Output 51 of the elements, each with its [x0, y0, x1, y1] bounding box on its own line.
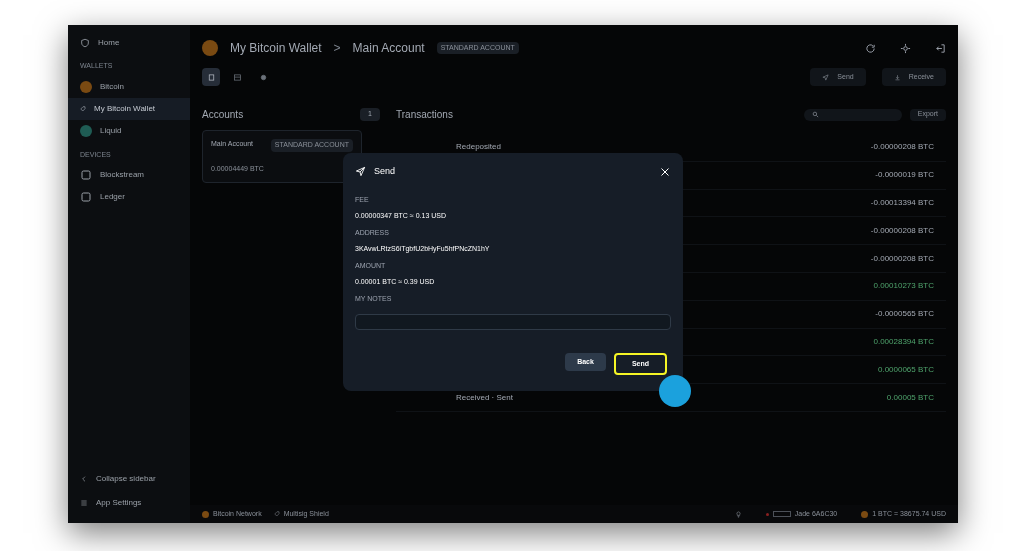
wallet-title: My Bitcoin Wallet [230, 40, 322, 57]
refresh-icon [865, 42, 876, 54]
transaction-amount: 0.00005 BTC [886, 391, 934, 404]
bitcoin-icon [202, 510, 209, 518]
battery-icon [772, 511, 791, 517]
lightbulb-icon [734, 510, 742, 518]
sidebar-item[interactable]: Bitcoin [68, 75, 190, 98]
transaction-amount: -0.00013394 BTC [870, 197, 934, 209]
notes-field[interactable] [355, 314, 671, 330]
grid-icon [232, 72, 242, 82]
transaction-amount: 0.0000065 BTC [877, 363, 934, 376]
transaction-description: Received · Sent [456, 391, 513, 404]
app-settings-button[interactable]: App Settings [68, 491, 190, 515]
transaction-amount: 0.00028394 BTC [873, 335, 934, 348]
transaction-amount: -0.00000208 BTC [870, 224, 934, 237]
bitcoin-icon [861, 510, 869, 518]
sidebar-item[interactable]: Home [68, 33, 190, 53]
ledger-icon [206, 72, 216, 82]
paper-plane-icon [355, 166, 366, 178]
breadcrumb-separator: > [333, 40, 341, 57]
account-title: Main Account [352, 40, 425, 57]
device-icon [80, 191, 92, 203]
transaction-amount: 0.00010273 BTC [873, 280, 934, 293]
sidebar-item[interactable]: Ledger [68, 186, 190, 208]
sidebar-item[interactable]: Blockstream [68, 164, 190, 186]
collapse-sidebar-button[interactable]: Collapse sidebar [68, 467, 190, 491]
close-icon [659, 165, 671, 178]
section-title: Accounts [202, 108, 244, 122]
sidebar-item[interactable]: Liquid [68, 119, 190, 142]
section-title: Transactions [396, 108, 454, 122]
transaction-description: Redeposited [456, 141, 501, 154]
transaction-amount: -0.00000208 BTC [870, 252, 934, 265]
circle-icon [258, 72, 268, 82]
download-icon [893, 73, 901, 81]
device-icon [80, 169, 92, 181]
sidebar-subitem[interactable]: My Bitcoin Wallet [68, 97, 190, 120]
shield-icon [80, 38, 90, 48]
tag-icon [273, 511, 280, 517]
paper-plane-icon [822, 73, 830, 81]
search-field[interactable] [803, 108, 902, 121]
view-tab[interactable] [202, 68, 220, 86]
transaction-amount: -0.0000019 BTC [875, 169, 934, 182]
chevron-left-icon [80, 475, 88, 483]
logout-icon [935, 42, 946, 54]
transaction-amount: -0.00000208 BTC [870, 141, 934, 154]
transaction-amount: -0.0000565 BTC [875, 308, 934, 321]
bitcoin-logo-icon [202, 40, 218, 56]
search-icon [811, 111, 819, 118]
close-button[interactable] [659, 165, 671, 178]
tag-icon [80, 105, 86, 112]
dialog-title: Send [374, 165, 397, 178]
